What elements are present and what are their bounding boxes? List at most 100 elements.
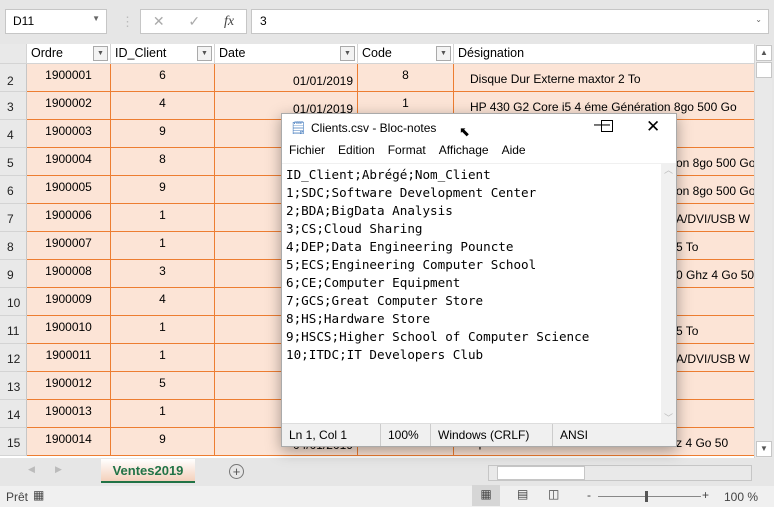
page-break-icon[interactable]: ◫	[548, 487, 559, 501]
cell-id-client[interactable]: 8	[111, 148, 215, 176]
cell-id-client[interactable]: 1	[111, 400, 215, 428]
cell-date[interactable]: 01/01/2019	[215, 64, 358, 92]
name-box-value: D11	[13, 14, 35, 28]
cell-ordre[interactable]: 1900011	[27, 344, 111, 372]
menu-affichage[interactable]: Affichage	[439, 143, 489, 163]
row-number[interactable]: 8	[0, 232, 27, 260]
notepad-status-bar: Ln 1, Col 1 100% Windows (CRLF) ANSI	[282, 423, 676, 446]
scroll-thumb[interactable]	[497, 466, 585, 480]
zoom-level[interactable]: 100 %	[724, 490, 758, 504]
header-ordre[interactable]: Ordre ▼	[27, 44, 111, 64]
macro-record-icon[interactable]: ▦	[33, 488, 44, 502]
header-label: Date	[219, 46, 246, 60]
header-id-client[interactable]: ID_Client ▼	[111, 44, 215, 64]
name-box[interactable]: D11 ▼	[5, 9, 107, 34]
status-ready: Prêt	[6, 490, 29, 504]
row-number[interactable]: 5	[0, 148, 27, 176]
tab-prev-icon[interactable]: ◀	[28, 464, 35, 475]
cell-id-client[interactable]: 4	[111, 288, 215, 316]
cell-id-client[interactable]: 3	[111, 260, 215, 288]
scroll-up-icon[interactable]: ▲	[756, 45, 772, 61]
formula-value: 3	[260, 14, 267, 28]
enter-icon[interactable]: ✓	[188, 13, 200, 30]
cell-id-client[interactable]: 4	[111, 92, 215, 120]
insert-function-icon[interactable]: fx	[224, 14, 234, 30]
cell-ordre[interactable]: 1900005	[27, 176, 111, 204]
cell-ordre[interactable]: 1900009	[27, 288, 111, 316]
zoom-slider-thumb[interactable]	[645, 491, 648, 502]
normal-view-icon[interactable]: ▦	[472, 485, 500, 506]
cell-ordre[interactable]: 1900013	[27, 400, 111, 428]
maximize-icon[interactable]	[601, 120, 613, 132]
page-layout-icon[interactable]: ▤	[517, 487, 528, 501]
row-number[interactable]: 3	[0, 92, 27, 120]
filter-dropdown-icon[interactable]: ▼	[436, 46, 451, 61]
scroll-thumb[interactable]	[756, 62, 772, 78]
header-date[interactable]: Date ▼	[215, 44, 358, 64]
cell-id-client[interactable]: 6	[111, 64, 215, 92]
cell-id-client[interactable]: 5	[111, 372, 215, 400]
filter-dropdown-icon[interactable]: ▼	[197, 46, 212, 61]
cell-id-client[interactable]: 1	[111, 204, 215, 232]
encoding: ANSI	[560, 428, 589, 442]
cell-id-client[interactable]: 1	[111, 232, 215, 260]
zoom-out-icon[interactable]: -	[587, 488, 591, 502]
row-number[interactable]: 6	[0, 176, 27, 204]
close-icon[interactable]: ✕	[646, 117, 660, 137]
text-editor[interactable]: ID_Client;Abrégé;Nom_Client 1;SDC;Softwa…	[282, 163, 662, 424]
cell-ordre[interactable]: 1900004	[27, 148, 111, 176]
filter-dropdown-icon[interactable]: ▼	[340, 46, 355, 61]
notepad-window[interactable]: 🗒 Clients.csv - Bloc-notes ⬉ — ✕ Fichier…	[281, 113, 677, 447]
cell-ordre[interactable]: 1900002	[27, 92, 111, 120]
filter-dropdown-icon[interactable]: ▼	[93, 46, 108, 61]
row-number[interactable]: 4	[0, 120, 27, 148]
row-number[interactable]: 13	[0, 372, 27, 400]
row-number[interactable]: 2	[0, 64, 27, 92]
notepad-vertical-scrollbar[interactable]: ︿ ﹀	[661, 163, 676, 424]
cell-ordre[interactable]: 1900012	[27, 372, 111, 400]
cell-ordre[interactable]: 1900014	[27, 428, 111, 456]
cell-id-client[interactable]: 9	[111, 176, 215, 204]
vertical-scrollbar[interactable]: ▲ ▼	[754, 44, 772, 458]
header-designation[interactable]: Désignation	[454, 44, 754, 64]
cancel-icon[interactable]: ✕	[153, 13, 165, 30]
tab-next-icon[interactable]: ▶	[55, 464, 62, 475]
scroll-down-icon[interactable]: ▼	[756, 441, 772, 457]
cell-ordre[interactable]: 1900006	[27, 204, 111, 232]
row-number[interactable]: 12	[0, 344, 27, 372]
cell-id-client[interactable]: 1	[111, 316, 215, 344]
menu-aide[interactable]: Aide	[502, 143, 526, 163]
cell-id-client[interactable]: 9	[111, 428, 215, 456]
add-sheet-icon[interactable]: +	[229, 464, 244, 479]
expand-icon[interactable]: ⌄	[755, 15, 762, 24]
cell-designation[interactable]: Disque Dur Externe maxtor 2 To	[454, 64, 754, 92]
sheet-tab-ventes2019[interactable]: Ventes2019	[101, 459, 195, 483]
menu-edition[interactable]: Edition	[338, 143, 375, 163]
cell-ordre[interactable]: 1900008	[27, 260, 111, 288]
zoom-in-icon[interactable]: +	[702, 488, 709, 502]
row-number[interactable]: 15	[0, 428, 27, 456]
cell-id-client[interactable]: 9	[111, 120, 215, 148]
menu-format[interactable]: Format	[388, 143, 426, 163]
select-all-corner[interactable]	[0, 44, 27, 64]
row-number[interactable]: 10	[0, 288, 27, 316]
formula-input[interactable]: 3 ⌄	[251, 9, 769, 34]
header-code[interactable]: Code ▼	[358, 44, 454, 64]
menu-fichier[interactable]: Fichier	[289, 143, 325, 163]
separator-dots: ⋮	[121, 14, 134, 29]
row-number[interactable]: 7	[0, 204, 27, 232]
row-number[interactable]: 9	[0, 260, 27, 288]
cell-code[interactable]: 8	[358, 64, 454, 92]
cell-ordre[interactable]: 1900001	[27, 64, 111, 92]
cell-ordre[interactable]: 1900007	[27, 232, 111, 260]
zoom-slider[interactable]	[598, 496, 701, 497]
horizontal-scrollbar[interactable]	[488, 465, 752, 481]
cell-ordre[interactable]: 1900010	[27, 316, 111, 344]
row-number[interactable]: 14	[0, 400, 27, 428]
header-label: Désignation	[458, 46, 525, 60]
cell-id-client[interactable]: 1	[111, 344, 215, 372]
chevron-down-icon[interactable]: ▼	[92, 14, 100, 23]
scroll-up-icon[interactable]: ︿	[661, 163, 676, 176]
cell-ordre[interactable]: 1900003	[27, 120, 111, 148]
row-number[interactable]: 11	[0, 316, 27, 344]
